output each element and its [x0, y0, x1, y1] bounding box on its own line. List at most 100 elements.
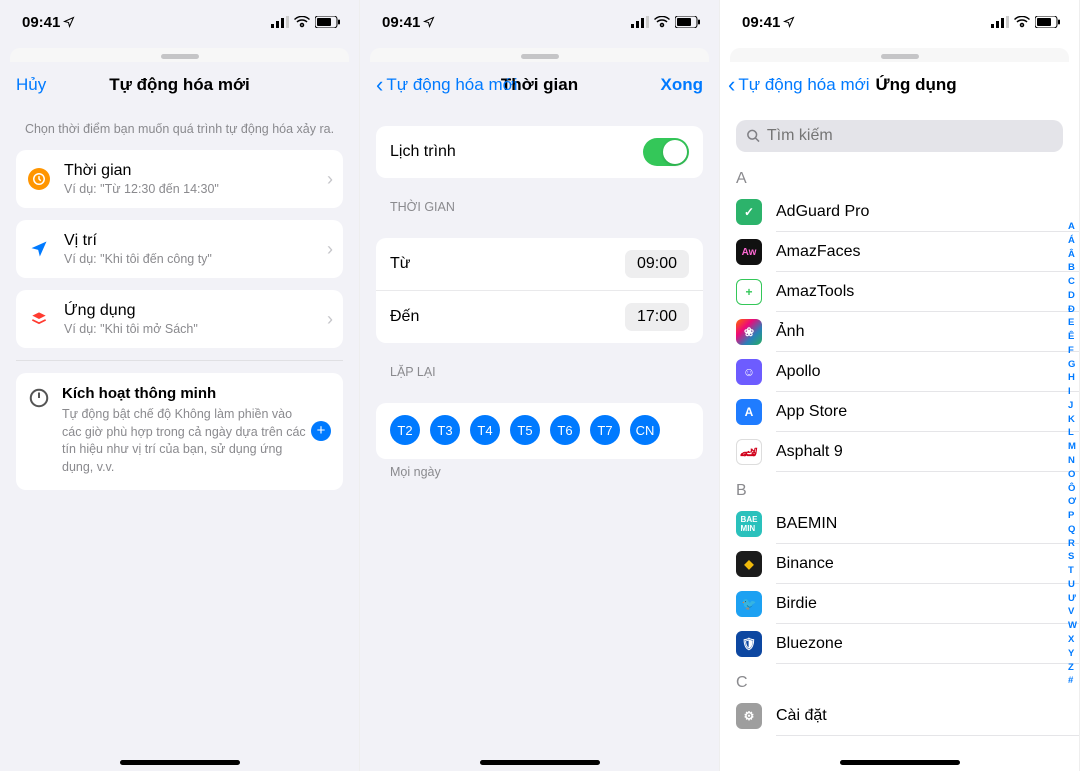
- app-row[interactable]: AApp Store: [720, 392, 1079, 432]
- app-name: Binance: [776, 555, 834, 573]
- search-input[interactable]: [767, 127, 1053, 145]
- clock-icon: [28, 168, 50, 190]
- app-icon: A: [736, 399, 762, 425]
- app-row[interactable]: 🛡Bluezone: [720, 624, 1079, 664]
- section-time-header: THỜI GIAN: [360, 178, 719, 220]
- day-thu[interactable]: T5: [510, 415, 540, 445]
- done-button[interactable]: Xong: [661, 75, 704, 95]
- index-letter[interactable]: N: [1068, 454, 1077, 468]
- index-letter[interactable]: X: [1068, 633, 1077, 647]
- index-letter[interactable]: F: [1068, 344, 1077, 358]
- index-letter[interactable]: L: [1068, 426, 1077, 440]
- trigger-time-title: Thời gian: [64, 162, 327, 180]
- index-letter[interactable]: K: [1068, 413, 1077, 427]
- index-letter[interactable]: E: [1068, 316, 1077, 330]
- status-bar: 09:41: [360, 0, 719, 44]
- time-range-card: Từ 09:00 Đến 17:00: [376, 238, 703, 343]
- status-time: 09:41: [382, 14, 420, 31]
- app-row[interactable]: ☺Apollo: [720, 352, 1079, 392]
- index-letter[interactable]: Y: [1068, 647, 1077, 661]
- index-letter[interactable]: B: [1068, 261, 1077, 275]
- app-row[interactable]: +AmazTools: [720, 272, 1079, 312]
- app-row[interactable]: 🏎Asphalt 9: [720, 432, 1079, 472]
- search-icon: [746, 128, 761, 144]
- index-letter[interactable]: W: [1068, 619, 1077, 633]
- page-title: Ứng dụng: [876, 75, 957, 95]
- day-mon[interactable]: T2: [390, 415, 420, 445]
- hint-text: Chọn thời điểm bạn muốn quá trình tự độn…: [0, 108, 359, 150]
- app-row[interactable]: ❀Ảnh: [720, 312, 1079, 352]
- trigger-time[interactable]: Thời gian Ví dụ: "Từ 12:30 đến 14:30" ›: [16, 150, 343, 208]
- index-letter[interactable]: I: [1068, 385, 1077, 399]
- home-indicator[interactable]: [480, 760, 600, 765]
- index-letter[interactable]: P: [1068, 509, 1077, 523]
- index-letter[interactable]: M: [1068, 440, 1077, 454]
- search-field[interactable]: [736, 120, 1063, 152]
- alpha-index[interactable]: AÁÂBCDĐEÊFGHIJKLMNOÔƠPQRSTUƯVWXYZ#: [1068, 220, 1077, 688]
- chevron-left-icon: ‹: [728, 74, 735, 96]
- app-icon: BAEMIN: [736, 511, 762, 537]
- back-button[interactable]: ‹Tự động hóa mới: [728, 74, 870, 96]
- index-letter[interactable]: S: [1068, 550, 1077, 564]
- to-row[interactable]: Đến 17:00: [376, 290, 703, 343]
- schedule-toggle[interactable]: [643, 138, 689, 166]
- index-letter[interactable]: Z: [1068, 661, 1077, 675]
- index-letter[interactable]: Đ: [1068, 303, 1077, 317]
- index-letter[interactable]: Ô: [1068, 482, 1077, 496]
- index-letter[interactable]: T: [1068, 564, 1077, 578]
- app-row[interactable]: AwAmazFaces: [720, 232, 1079, 272]
- wifi-icon: [654, 16, 670, 28]
- index-letter[interactable]: R: [1068, 537, 1077, 551]
- back-button[interactable]: ‹Tự động hóa mới: [376, 74, 518, 96]
- index-letter[interactable]: V: [1068, 605, 1077, 619]
- index-letter[interactable]: D: [1068, 289, 1077, 303]
- add-button[interactable]: +: [311, 421, 331, 441]
- app-row[interactable]: ◆Binance: [720, 544, 1079, 584]
- smart-activation-card[interactable]: Kích hoạt thông minh Tự động bật chế độ …: [16, 373, 343, 490]
- index-letter[interactable]: Ư: [1068, 592, 1077, 606]
- every-day-note: Mọi ngày: [360, 459, 719, 485]
- index-letter[interactable]: #: [1068, 674, 1077, 688]
- index-letter[interactable]: C: [1068, 275, 1077, 289]
- app-icon: +: [736, 279, 762, 305]
- schedule-label: Lịch trình: [390, 143, 456, 161]
- home-indicator[interactable]: [120, 760, 240, 765]
- trigger-app[interactable]: Ứng dụng Ví dụ: "Khi tôi mở Sách" ›: [16, 290, 343, 348]
- trigger-location[interactable]: Vị trí Ví dụ: "Khi tôi đến công ty" ›: [16, 220, 343, 278]
- index-letter[interactable]: O: [1068, 468, 1077, 482]
- chevron-right-icon: ›: [327, 239, 333, 260]
- app-name: Apollo: [776, 363, 820, 381]
- from-value[interactable]: 09:00: [625, 250, 689, 278]
- app-row[interactable]: ✓AdGuard Pro: [720, 192, 1079, 232]
- index-letter[interactable]: J: [1068, 399, 1077, 413]
- app-row[interactable]: 🐦Birdie: [720, 584, 1079, 624]
- chevron-right-icon: ›: [327, 309, 333, 330]
- sheet-indicator: [10, 48, 349, 62]
- smart-desc: Tự động bật chế độ Không làm phiền vào c…: [62, 406, 311, 476]
- day-tue[interactable]: T3: [430, 415, 460, 445]
- trigger-location-sub: Ví dụ: "Khi tôi đến công ty": [64, 252, 327, 266]
- index-letter[interactable]: Ê: [1068, 330, 1077, 344]
- index-letter[interactable]: Ơ: [1068, 495, 1077, 509]
- index-letter[interactable]: H: [1068, 371, 1077, 385]
- app-icon: ⚙: [736, 703, 762, 729]
- app-row[interactable]: BAEMINBAEMIN: [720, 504, 1079, 544]
- from-row[interactable]: Từ 09:00: [376, 238, 703, 290]
- index-letter[interactable]: G: [1068, 358, 1077, 372]
- home-indicator[interactable]: [840, 760, 960, 765]
- index-letter[interactable]: Â: [1068, 248, 1077, 262]
- location-icon: [783, 16, 795, 28]
- app-list[interactable]: A ✓AdGuard Pro AwAmazFaces +AmazTools ❀Ả…: [720, 160, 1079, 771]
- index-letter[interactable]: Q: [1068, 523, 1077, 537]
- to-value[interactable]: 17:00: [625, 303, 689, 331]
- day-sat[interactable]: T7: [590, 415, 620, 445]
- index-letter[interactable]: U: [1068, 578, 1077, 592]
- app-row[interactable]: ⚙Cài đặt: [720, 696, 1079, 736]
- day-wed[interactable]: T4: [470, 415, 500, 445]
- index-letter[interactable]: Á: [1068, 234, 1077, 248]
- app-icon: ❀: [736, 319, 762, 345]
- day-fri[interactable]: T6: [550, 415, 580, 445]
- cancel-button[interactable]: Hủy: [16, 75, 46, 95]
- index-letter[interactable]: A: [1068, 220, 1077, 234]
- day-sun[interactable]: CN: [630, 415, 660, 445]
